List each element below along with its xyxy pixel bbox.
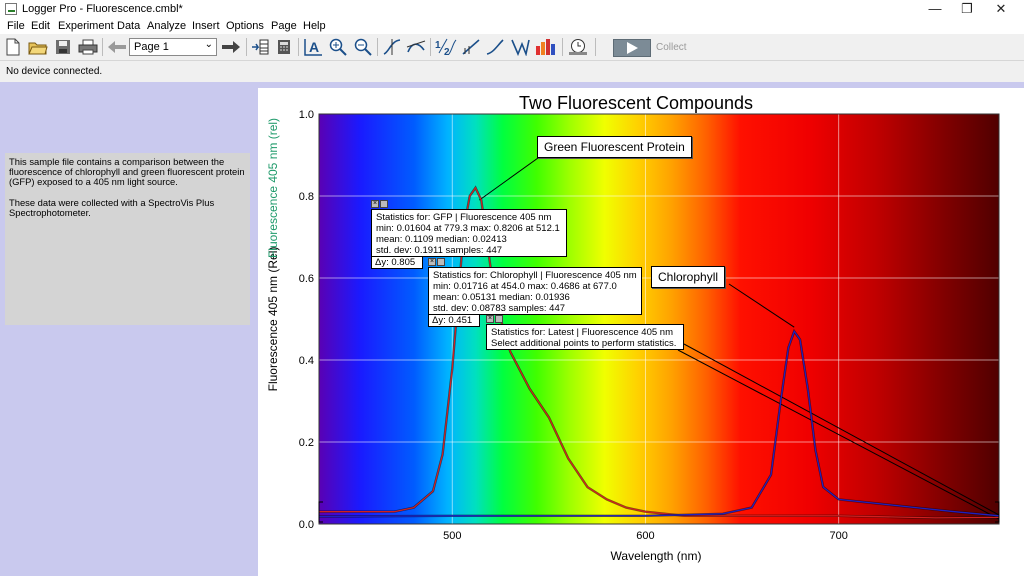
y-tick-label: 0.8 [299, 191, 314, 203]
tangent-icon[interactable] [405, 37, 427, 57]
latest-statistics-box[interactable]: Statistics for: Latest | Fluorescence 40… [486, 324, 684, 350]
open-folder-icon[interactable] [27, 37, 49, 57]
back-arrow-icon[interactable] [106, 37, 128, 57]
latest-stats-line2: Select additional points to perform stat… [491, 338, 677, 349]
svg-text:2: 2 [444, 47, 450, 56]
toolbar-separator [430, 38, 431, 56]
app-logo-icon [5, 3, 17, 15]
y-axis-label-secondary: Fluorescence 405 nm (rel) [266, 118, 280, 258]
window-title-bar: Logger Pro - Fluorescence.cmbl* — ❐ ✕ [0, 0, 1024, 18]
chl-stats-line3: mean: 0.05131 median: 0.01936 [433, 292, 570, 303]
x-tick-label: 600 [636, 530, 654, 542]
menu-edit[interactable]: Edit [31, 20, 50, 32]
new-file-icon[interactable] [4, 37, 22, 57]
page-select-value: Page 1 [134, 41, 169, 53]
chlorophyll-statistics-box[interactable]: Statistics for: Chlorophyll | Fluorescen… [428, 267, 642, 315]
toolbar-separator [377, 38, 378, 56]
zoom-out-icon[interactable] [352, 37, 374, 57]
latest-stats-options-icon[interactable] [495, 315, 503, 323]
collect-label: Collect [656, 42, 687, 53]
gfp-stats-line1: Statistics for: GFP | Fluorescence 405 n… [376, 212, 552, 223]
device-status: No device connected. [6, 66, 103, 77]
description-paragraph-1: This sample file contains a comparison b… [9, 156, 245, 188]
menu-experiment[interactable]: Experiment [58, 20, 114, 32]
chlorophyll-callout[interactable]: Chlorophyll [651, 266, 726, 288]
graph-panel[interactable]: 500 600 700 0.0 0.2 0.4 0.6 0.8 1.0 Two Fluoresc… [258, 88, 1024, 576]
y-tick-label: 0.4 [299, 355, 314, 367]
gfp-stats-line4: std. dev: 0.1911 samples: 447 [376, 245, 503, 256]
chart-title: Two Fluorescent Compounds [519, 93, 753, 113]
forward-arrow-icon[interactable] [220, 37, 242, 57]
menu-options[interactable]: Options [226, 20, 264, 32]
spectrum-background [319, 114, 999, 524]
menu-analyze[interactable]: Analyze [147, 20, 186, 32]
restore-button[interactable]: ❐ [952, 0, 982, 18]
gfp-stats-line2: min: 0.01604 at 779.3 max: 0.8206 at 512… [376, 223, 560, 234]
x-tick-label: 700 [829, 530, 847, 542]
status-bar: No device connected. [0, 61, 1024, 82]
print-icon[interactable] [77, 37, 99, 57]
gfp-stats-close-icon[interactable]: × [371, 200, 379, 208]
chl-stats-line2: min: 0.01716 at 454.0 max: 0.4686 at 677… [433, 281, 617, 292]
zoom-in-icon[interactable] [327, 37, 349, 57]
minimize-button[interactable]: — [920, 0, 950, 18]
curve-fit-icon[interactable] [484, 37, 506, 57]
y-tick-label: 0.2 [299, 437, 314, 449]
gfp-delta-y: Δy: 0.805 [371, 256, 423, 269]
page-select[interactable]: Page 1 ⌄ [129, 38, 217, 56]
description-text-box[interactable]: This sample file contains a comparison b… [5, 153, 250, 325]
menu-bar: File Edit Experiment Data Analyze Insert… [0, 18, 1024, 34]
gfp-stats-line3: mean: 0.1109 median: 0.02413 [376, 234, 507, 245]
toolbar-separator [246, 38, 247, 56]
toolbar-separator [298, 38, 299, 56]
x-axis-label: Wavelength (nm) [611, 549, 702, 563]
gfp-stats-options-icon[interactable] [380, 200, 388, 208]
svg-text:A: A [309, 39, 319, 55]
menu-page[interactable]: Page [271, 20, 297, 32]
menu-insert[interactable]: Insert [192, 20, 220, 32]
latest-stats-line1: Statistics for: Latest | Fluorescence 40… [491, 327, 673, 338]
chl-stats-line1: Statistics for: Chlorophyll | Fluorescen… [433, 270, 637, 281]
y-axis-label-primary: Fluorescence 405 nm (Rel) [266, 247, 280, 392]
chl-stats-line4: std. dev: 0.08783 samples: 447 [433, 303, 566, 314]
histogram-icon[interactable] [534, 37, 558, 57]
toolbar-separator [595, 38, 596, 56]
collect-play-icon[interactable] [613, 39, 651, 57]
chl-stats-options-icon[interactable] [437, 258, 445, 266]
chl-stats-close-icon[interactable]: × [428, 258, 436, 266]
y-tick-label: 0.6 [299, 273, 314, 285]
toolbar-separator [102, 38, 103, 56]
menu-data[interactable]: Data [117, 20, 140, 32]
y-tick-label: 0.0 [299, 519, 314, 531]
svg-text:1: 1 [435, 40, 441, 51]
chl-delta-y: Δy: 0.451 [428, 314, 480, 327]
description-paragraph-2: These data were collected with a Spectro… [9, 196, 215, 218]
y-tick-label: 1.0 [299, 109, 314, 121]
statistics-icon[interactable] [509, 37, 531, 57]
toolbar-separator [562, 38, 563, 56]
linear-fit-icon[interactable] [460, 37, 482, 57]
integral-icon[interactable]: 12 [434, 37, 458, 57]
save-icon[interactable] [53, 37, 73, 57]
autoscale-icon[interactable]: A [302, 37, 324, 57]
menu-help[interactable]: Help [303, 20, 326, 32]
x-tick-label: 500 [443, 530, 461, 542]
page-layout-icon[interactable] [250, 37, 270, 57]
replay-icon[interactable] [566, 37, 590, 57]
menu-file[interactable]: File [7, 20, 25, 32]
calculator-icon[interactable] [275, 37, 293, 57]
gfp-callout[interactable]: Green Fluorescent Protein [537, 136, 692, 158]
chevron-down-icon: ⌄ [204, 39, 213, 50]
close-button[interactable]: ✕ [986, 0, 1016, 18]
gfp-statistics-box[interactable]: Statistics for: GFP | Fluorescence 405 n… [371, 209, 567, 257]
window-title: Logger Pro - Fluorescence.cmbl* [22, 3, 183, 15]
examine-icon[interactable] [381, 37, 403, 57]
toolbar: Page 1 ⌄ A 12 Collect [0, 34, 1024, 61]
latest-stats-close-icon[interactable]: × [486, 315, 494, 323]
